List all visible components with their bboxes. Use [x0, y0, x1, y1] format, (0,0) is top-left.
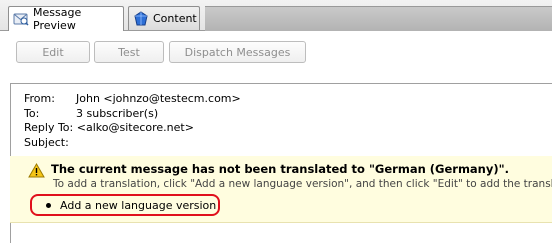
to-label: To:: [24, 106, 40, 120]
blue-gem-icon: [133, 10, 149, 27]
tab-content[interactable]: Content: [128, 6, 200, 30]
from-label: From:: [24, 92, 55, 105]
tab-message-preview-label: Message Preview: [33, 6, 82, 32]
tab-strip: Message Preview Content: [0, 0, 552, 32]
from-row: From: John <johnzo@testecm.com>: [24, 92, 241, 107]
tab-message-preview[interactable]: Message Preview: [8, 6, 124, 32]
add-language-version-link[interactable]: Add a new language version: [60, 199, 216, 212]
dispatch-messages-button[interactable]: Dispatch Messages: [169, 41, 306, 63]
reply-to-label: Reply To:: [24, 121, 74, 134]
reply-to-value: <alko@sitecore.net>: [76, 121, 194, 134]
warning-body: To add a translation, click "Add a new l…: [53, 178, 552, 190]
add-language-version-highlight: Add a new language version: [30, 194, 220, 216]
tab-strip-fill: [205, 6, 552, 31]
subject-label: Subject:: [24, 135, 69, 149]
reply-to-row: Reply To: <alko@sitecore.net>: [24, 121, 241, 136]
message-headers: From: John <johnzo@testecm.com> To: 3 subs…: [24, 92, 241, 150]
edit-button[interactable]: Edit: [16, 41, 90, 63]
warning-triangle-icon: [28, 162, 45, 178]
from-value: John <johnzo@testecm.com>: [76, 92, 241, 105]
tab-content-label: Content: [153, 12, 197, 25]
toolbar: Edit Test Dispatch Messages: [0, 31, 552, 77]
to-value: 3 subscriber(s): [76, 106, 159, 120]
message-preview-window: Message Preview Content Edit Test Dispat…: [0, 0, 552, 243]
bullet-icon: [46, 202, 51, 208]
envelope-preview-icon: [13, 11, 29, 27]
subject-row: Subject:: [24, 136, 241, 151]
translation-warning: The current message has not been transla…: [10, 156, 552, 223]
to-row: To: 3 subscriber(s): [24, 107, 241, 122]
test-button[interactable]: Test: [94, 41, 164, 63]
warning-title: The current message has not been transla…: [51, 162, 509, 176]
